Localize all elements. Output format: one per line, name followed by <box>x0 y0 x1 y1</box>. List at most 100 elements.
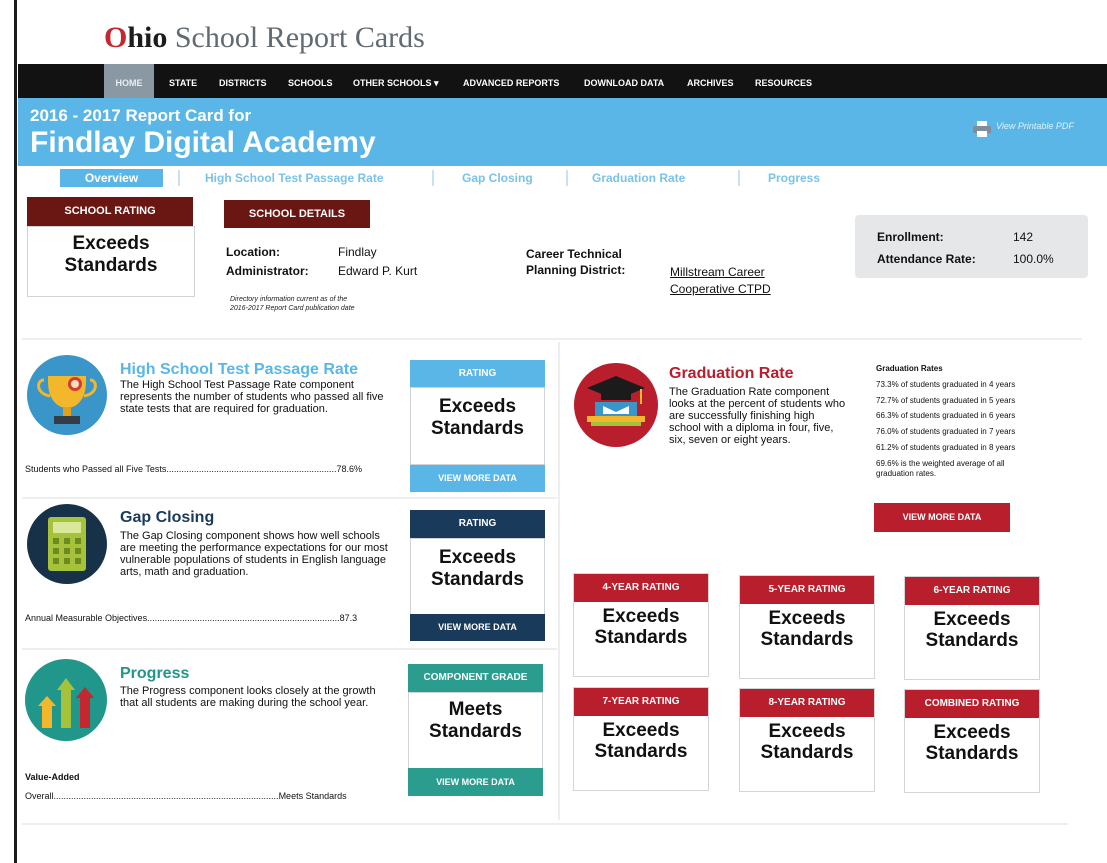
tab-hs-test-passage[interactable]: High School Test Passage Rate <box>205 169 384 187</box>
hs-test-rating-head: RATING <box>410 360 545 387</box>
rating-card-head: 5-YEAR RATING <box>740 576 874 604</box>
graduation-view-more-button[interactable]: VIEW MORE DATA <box>874 503 1010 532</box>
directory-note-line1: Directory information current as of the <box>230 296 348 303</box>
graduation-cap-icon <box>574 363 658 447</box>
nav-state[interactable]: STATE <box>169 64 197 102</box>
section-divider <box>22 497 557 499</box>
rating-card-4-year: 4-YEAR RATING Exceeds Standards <box>573 573 709 677</box>
rating-card-line1: Exceeds <box>933 722 1011 743</box>
location-value: Findlay <box>338 245 377 259</box>
tab-gap-closing[interactable]: Gap Closing <box>462 169 533 187</box>
progress-rating-box: Meets Standards <box>408 692 543 770</box>
hs-test-view-more-button[interactable]: VIEW MORE DATA <box>410 465 545 492</box>
rating-card-line2: Standards <box>925 630 1019 651</box>
leader-dots: ........................................… <box>53 791 279 801</box>
hs-test-metric: Students who Passed all Five Tests......… <box>25 464 362 474</box>
nav-advanced-reports[interactable]: ADVANCED REPORTS <box>463 64 559 102</box>
value-added-label: Value-Added <box>25 772 80 782</box>
ctpd-link-line1[interactable]: Millstream Career <box>670 265 765 279</box>
progress-metric: Overall.................................… <box>25 791 347 801</box>
rating-card-head: COMBINED RATING <box>905 690 1039 718</box>
attendance-value: 100.0% <box>1013 252 1054 266</box>
rating-card-line1: Exceeds <box>768 721 846 742</box>
rating-card-8-year: 8-YEAR RATING Exceeds Standards <box>739 688 875 792</box>
logo-o: O <box>104 21 128 54</box>
gap-closing-title: Gap Closing <box>120 509 215 526</box>
rating-card-line1: Exceeds <box>933 609 1011 630</box>
rating-card-5-year: 5-YEAR RATING Exceeds Standards <box>739 575 875 679</box>
gap-closing-metric: Annual Measurable Objectives............… <box>25 613 357 623</box>
attendance-label: Attendance Rate: <box>877 252 976 266</box>
school-rating-box: Exceeds Standards <box>27 226 195 297</box>
rating-card-line1: Exceeds <box>602 720 680 741</box>
hs-test-rating-line1: Exceeds <box>438 396 517 417</box>
graduation-description: The Graduation Rate component looks at t… <box>669 386 846 446</box>
progress-rating-line2: Standards <box>429 721 522 742</box>
ctpd-label-line2: Planning District: <box>526 263 626 277</box>
ctpd-link-line2[interactable]: Cooperative CTPD <box>670 282 771 296</box>
rating-card-line1: Exceeds <box>602 606 680 627</box>
hs-test-metric-value: 78.6% <box>336 464 362 474</box>
left-border <box>14 0 17 863</box>
administrator-label: Administrator: <box>226 264 309 278</box>
enrollment-value: 142 <box>1013 230 1034 244</box>
grad-rate-7yr: 76.0% of students graduated in 7 years <box>876 427 1016 437</box>
graduation-rates-title: Graduation Rates <box>876 364 943 373</box>
rating-card-line2: Standards <box>925 743 1019 764</box>
nav-resources[interactable]: RESOURCES <box>755 64 812 102</box>
rating-card-line2: Standards <box>760 629 854 650</box>
tab-overview[interactable]: Overview <box>60 169 163 187</box>
tab-strip <box>18 166 1107 192</box>
location-label: Location: <box>226 245 280 259</box>
section-divider <box>22 823 1068 825</box>
rating-card-line1: Exceeds <box>768 608 846 629</box>
gap-rating-head: RATING <box>410 510 545 538</box>
column-divider <box>558 342 560 820</box>
rating-card-line2: Standards <box>594 741 688 762</box>
school-rating-line2: Standards <box>64 255 158 276</box>
logo-text: School Report Cards <box>167 21 425 54</box>
grad-rate-weighted: 69.6% is the weighted average of all <box>876 458 1005 468</box>
nav-other-schools-label: OTHER SCHOOLS <box>353 78 432 88</box>
gap-view-more-button[interactable]: VIEW MORE DATA <box>410 614 545 641</box>
tab-separator <box>566 170 568 186</box>
leader-dots: ........................................… <box>166 464 337 474</box>
rating-card-6-year: 6-YEAR RATING Exceeds Standards <box>904 576 1040 680</box>
nav-home[interactable]: HOME <box>104 64 154 102</box>
leader-dots: ........................................… <box>147 613 340 623</box>
hs-test-metric-label: Students who Passed all Five Tests <box>25 464 167 474</box>
site-logo[interactable]: Ohio School Report Cards <box>104 18 425 58</box>
grad-rate-4yr: 73.3% of students graduated in 4 years <box>876 380 1016 389</box>
tab-graduation-rate[interactable]: Graduation Rate <box>592 169 685 187</box>
trophy-icon <box>27 355 107 435</box>
school-details-label: SCHOOL DETAILS <box>224 200 370 228</box>
progress-metric-label: Overall <box>25 791 54 801</box>
gap-rating-box: Exceeds Standards <box>410 538 545 616</box>
tab-progress[interactable]: Progress <box>768 169 820 187</box>
hs-test-rating-box: Exceeds Standards <box>410 387 545 465</box>
nav-other-schools[interactable]: OTHER SCHOOLS ▾ <box>353 64 439 102</box>
hs-test-title: High School Test Passage Rate <box>120 361 358 378</box>
nav-schools[interactable]: SCHOOLS <box>288 64 333 102</box>
rating-card-head: 7-YEAR RATING <box>574 688 708 716</box>
printer-icon[interactable] <box>972 120 992 138</box>
progress-rating-line1: Meets <box>448 699 503 720</box>
nav-districts[interactable]: DISTRICTS <box>219 64 267 102</box>
rating-card-7-year: 7-YEAR RATING Exceeds Standards <box>573 687 709 791</box>
gap-closing-description: The Gap Closing component shows how well… <box>120 530 388 578</box>
printable-pdf-link[interactable]: View Printable PDF <box>996 121 1074 131</box>
progress-description: The Progress component looks closely at … <box>120 685 376 709</box>
directory-note-line2: 2016-2017 Report Card publication date <box>230 305 355 312</box>
progress-view-more-button[interactable]: VIEW MORE DATA <box>408 768 543 796</box>
rating-card-head: 4-YEAR RATING <box>574 574 708 602</box>
ctpd-label-line1: Career Technical <box>526 247 622 261</box>
rating-card-head: 6-YEAR RATING <box>905 577 1039 605</box>
administrator-value: Edward P. Kurt <box>338 264 418 278</box>
graduation-title: Graduation Rate <box>669 365 794 382</box>
rating-card-head: 8-YEAR RATING <box>740 689 874 717</box>
report-year: 2016 - 2017 Report Card for <box>30 106 252 125</box>
school-rating-line1: Exceeds <box>72 233 150 254</box>
nav-download-data[interactable]: DOWNLOAD DATA <box>584 64 664 102</box>
enrollment-label: Enrollment: <box>877 230 944 244</box>
nav-archives[interactable]: ARCHIVES <box>687 64 734 102</box>
